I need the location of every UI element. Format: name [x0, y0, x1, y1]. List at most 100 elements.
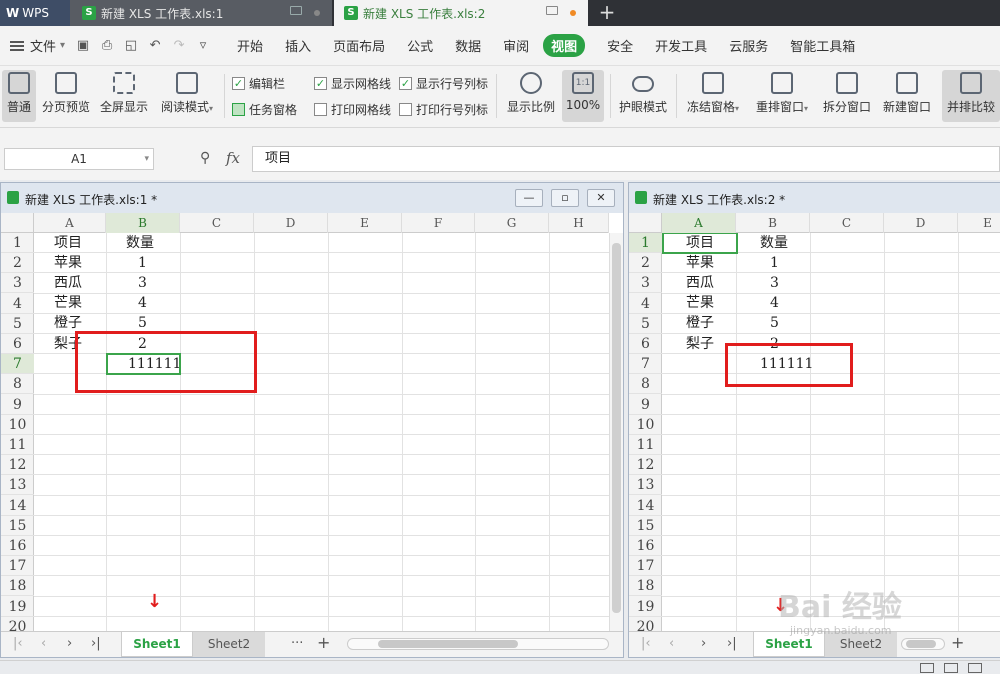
row-header-14[interactable]: 14 [1, 496, 34, 516]
row-header-19[interactable]: 19 [629, 597, 662, 617]
split-view-status-icon[interactable] [968, 663, 982, 673]
row-header-8[interactable]: 8 [1, 374, 34, 395]
chevron-down-icon[interactable]: ▾ [60, 40, 65, 51]
window-title-bar[interactable]: 新建 XLS 工作表.xls:1 * — ▫ ✕ [1, 183, 623, 213]
first-sheet-icon[interactable]: |‹ [641, 636, 651, 651]
print-headers-checkbox[interactable]: 打印行号列标 [399, 100, 488, 118]
column-header-c[interactable]: C [810, 213, 884, 233]
task-pane-checkbox[interactable]: 任务窗格 [232, 100, 297, 118]
freeze-panes-button[interactable]: 冻结窗格▾ [682, 70, 744, 122]
wps-home-tab[interactable]: W WPS [0, 0, 70, 26]
row-header-6[interactable]: 6 [1, 334, 34, 354]
cell-a4[interactable]: 芒果 [54, 293, 82, 313]
sheet-tab-sheet1[interactable]: Sheet1 [121, 632, 193, 657]
column-header-b[interactable]: B [106, 213, 180, 233]
row-header-12[interactable]: 12 [1, 455, 34, 476]
menu-smart-tools[interactable]: 智能工具箱 [790, 36, 855, 55]
row-header-1[interactable]: 1 [1, 233, 34, 253]
row-header-7[interactable]: 7 [1, 354, 34, 375]
tab-status-dot[interactable] [314, 10, 320, 16]
normal-view-status-icon[interactable] [920, 663, 934, 673]
restore-button[interactable]: ▫ [551, 189, 579, 207]
add-sheet-button[interactable]: + [317, 633, 330, 652]
normal-view-button[interactable]: 普通 [2, 70, 36, 122]
print-preview-icon[interactable]: ◱ [122, 37, 140, 55]
row-header-18[interactable]: 18 [629, 576, 662, 597]
row-header-7[interactable]: 7 [629, 354, 662, 375]
prev-sheet-icon[interactable]: ‹ [669, 636, 674, 651]
eye-protection-button[interactable]: 护眼模式 [616, 70, 670, 122]
tab-unsaved-dot[interactable] [570, 10, 576, 16]
zoom-100-button[interactable]: 1:1 100% [562, 70, 604, 122]
document-tab-1[interactable]: S 新建 XLS 工作表.xls:1 [70, 0, 332, 26]
row-header-17[interactable]: 17 [629, 556, 662, 577]
menu-view[interactable]: 视图 [543, 34, 586, 57]
cell-grid[interactable]: 项目 数量 苹果 1 西瓜 3 芒果 4 橙子 5 梨子 2 111111 [34, 233, 609, 631]
row-header-15[interactable]: 15 [1, 516, 34, 536]
document-tab-2[interactable]: S 新建 XLS 工作表.xls:2 [334, 0, 588, 26]
undo-icon[interactable]: ↶ [146, 37, 164, 55]
new-window-button[interactable]: 新建窗口 [878, 70, 936, 122]
cell-b4[interactable]: 4 [138, 293, 147, 313]
row-header-13[interactable]: 13 [1, 475, 34, 496]
next-sheet-icon[interactable]: › [67, 636, 72, 651]
menu-data[interactable]: 数据 [455, 36, 481, 55]
chevron-down-icon[interactable]: ▾ [144, 149, 149, 169]
cell-a4[interactable]: 芒果 [686, 293, 714, 313]
column-header-f[interactable]: F [402, 213, 475, 233]
last-sheet-icon[interactable]: ›| [91, 636, 101, 651]
cell-a5[interactable]: 橙子 [54, 313, 82, 333]
menu-developer[interactable]: 开发工具 [655, 36, 707, 55]
first-sheet-icon[interactable]: |‹ [13, 636, 23, 651]
last-sheet-icon[interactable]: ›| [727, 636, 737, 651]
cell-b3[interactable]: 3 [138, 273, 147, 293]
row-header-16[interactable]: 16 [1, 536, 34, 556]
row-header-16[interactable]: 16 [629, 536, 662, 556]
column-header-e[interactable]: E [328, 213, 402, 233]
redo-icon[interactable]: ↷ [170, 37, 188, 55]
show-gridlines-checkbox[interactable]: ✓ 显示网格线 [314, 74, 391, 92]
split-window-button[interactable]: 拆分窗口 [820, 70, 874, 122]
cell-grid[interactable]: 项目 数量 苹果 1 西瓜 3 芒果 4 橙子 5 梨子 2 111111 [662, 233, 1000, 631]
cell-b3[interactable]: 3 [770, 273, 779, 293]
column-header-a[interactable]: A [662, 213, 736, 233]
select-all-corner[interactable] [1, 213, 34, 233]
cell-b5[interactable]: 5 [138, 313, 147, 333]
new-tab-button[interactable]: + [592, 0, 622, 26]
horizontal-scroll-thumb[interactable] [378, 640, 518, 648]
menu-page-layout[interactable]: 页面布局 [333, 36, 385, 55]
cell-a3[interactable]: 西瓜 [686, 273, 714, 293]
insert-function-icon[interactable]: fx [226, 149, 240, 167]
cell-a2[interactable]: 苹果 [686, 253, 714, 273]
cell-b5[interactable]: 5 [770, 313, 779, 333]
column-header-b[interactable]: B [736, 213, 810, 233]
column-header-d[interactable]: D [254, 213, 328, 233]
row-header-9[interactable]: 9 [629, 395, 662, 415]
vertical-scroll-thumb[interactable] [612, 243, 621, 613]
column-header-d[interactable]: D [884, 213, 958, 233]
horizontal-scrollbar[interactable] [347, 638, 609, 650]
column-header-e[interactable]: E [958, 213, 1000, 233]
row-header-3[interactable]: 3 [1, 273, 34, 294]
cell-b1[interactable]: 数量 [760, 233, 788, 253]
name-box[interactable]: A1 ▾ [4, 148, 154, 170]
next-sheet-icon[interactable]: › [701, 636, 706, 651]
row-header-8[interactable]: 8 [629, 374, 662, 395]
monitor-icon[interactable] [290, 6, 302, 15]
menu-insert[interactable]: 插入 [285, 36, 311, 55]
select-all-corner[interactable] [629, 213, 662, 233]
show-headers-checkbox[interactable]: ✓ 显示行号列标 [399, 74, 488, 92]
print-gridlines-checkbox[interactable]: 打印网格线 [314, 100, 391, 118]
sheet-tab-sheet2[interactable]: Sheet2 [193, 632, 265, 657]
cell-b1[interactable]: 数量 [126, 233, 154, 253]
formula-input[interactable]: 项目 [252, 146, 1000, 172]
horizontal-scroll-thumb[interactable] [906, 640, 936, 648]
row-header-5[interactable]: 5 [1, 314, 34, 334]
row-header-19[interactable]: 19 [1, 597, 34, 617]
hamburger-menu-icon[interactable] [10, 40, 24, 51]
window-title-bar[interactable]: 新建 XLS 工作表.xls:2 * [629, 183, 1000, 213]
save-icon[interactable]: ▣ [74, 37, 92, 55]
fullscreen-button[interactable]: 全屏显示 [98, 70, 150, 122]
row-header-10[interactable]: 10 [1, 415, 34, 435]
cell-a1[interactable]: 项目 [54, 233, 82, 253]
